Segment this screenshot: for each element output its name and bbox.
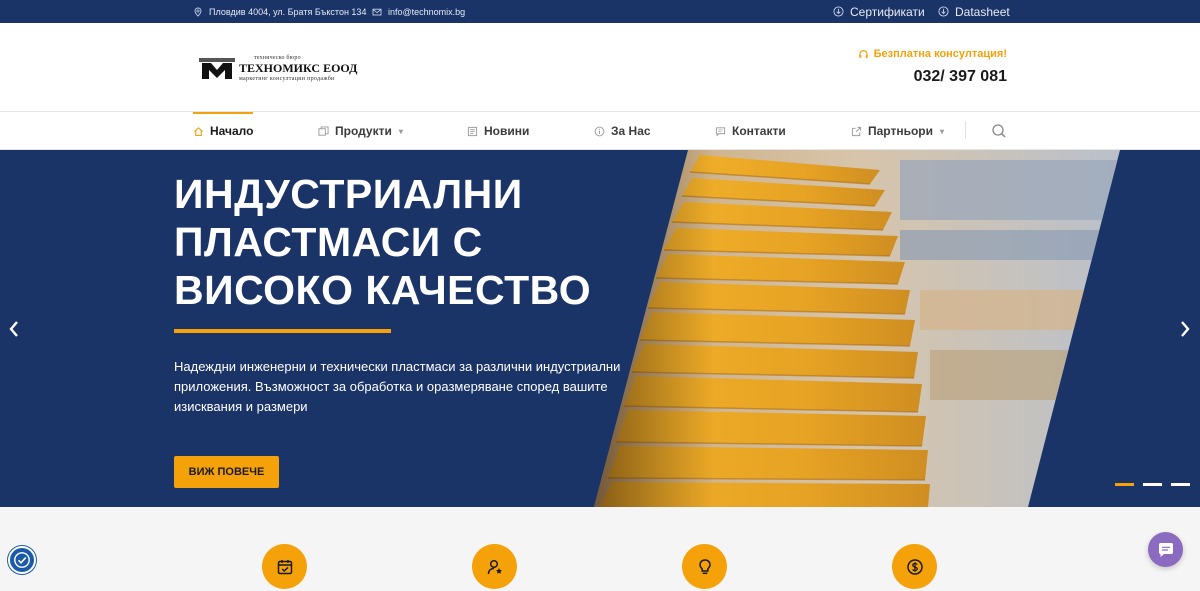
nav-item-about[interactable]: За Нас xyxy=(594,112,651,150)
nav-label: Партньори xyxy=(868,124,934,138)
address-text: Пловдив 4004, ул. Братя Бъкстон 134 xyxy=(209,6,367,17)
feature-badge xyxy=(892,544,937,589)
slider-dot[interactable] xyxy=(1171,483,1190,486)
calendar-check-icon xyxy=(277,559,292,574)
email-item[interactable]: info@technomix.bg xyxy=(372,0,465,23)
hero-accent-rule xyxy=(174,329,391,333)
free-consultation: Безплатна консултация! xyxy=(858,48,1007,60)
info-icon xyxy=(594,126,605,136)
nav-label: Новини xyxy=(484,124,530,138)
user-star-icon xyxy=(487,559,502,574)
consultation-label: Безплатна консултация! xyxy=(873,48,1007,60)
feature-badge xyxy=(472,544,517,589)
view-more-button[interactable]: ВИЖ ПОВЕЧЕ xyxy=(174,456,279,488)
features-section xyxy=(0,507,1200,591)
download-circle-icon xyxy=(938,6,949,17)
home-icon xyxy=(194,126,203,136)
nav-item-products[interactable]: Продукти ▾ xyxy=(318,112,403,150)
slider-prev-icon[interactable] xyxy=(6,318,22,340)
nav-label: Начало xyxy=(210,124,254,138)
search-icon[interactable] xyxy=(991,123,1007,139)
slider-dot[interactable] xyxy=(1143,483,1162,486)
chat-icon xyxy=(1158,542,1173,557)
chat-bubble-icon xyxy=(715,126,726,136)
logo-company-name: ТЕХНОМИКС ЕООД xyxy=(239,61,358,75)
logo-mark-icon xyxy=(199,58,235,79)
datasheet-label: Datasheet xyxy=(955,4,1010,19)
download-circle-icon xyxy=(833,6,844,17)
chevron-down-icon: ▾ xyxy=(940,126,945,136)
hero-slider: ИНДУСТРИАЛНИ ПЛАСТМАСИ С ВИСОКО КАЧЕСТВО… xyxy=(0,150,1200,507)
email-link[interactable]: info@technomix.bg xyxy=(388,7,465,17)
headset-icon xyxy=(858,49,868,58)
company-logo[interactable]: техническо бюро ТЕХНОМИКС ЕООД маркетинг… xyxy=(199,55,359,85)
chevron-down-icon: ▾ xyxy=(398,126,403,136)
nav-divider xyxy=(965,121,966,139)
chat-widget-button[interactable] xyxy=(1148,532,1183,567)
address-item: Пловдив 4004, ул. Братя Бъкстон 134 xyxy=(193,0,366,23)
products-icon xyxy=(318,125,329,136)
location-pin-icon xyxy=(194,7,202,17)
hero-title: ИНДУСТРИАЛНИ ПЛАСТМАСИ С ВИСОКО КАЧЕСТВО xyxy=(174,170,644,314)
nav-label: Продукти xyxy=(335,124,392,138)
accessibility-icon xyxy=(14,552,30,568)
hero-description: Надеждни инженерни и технически пластмас… xyxy=(174,359,621,414)
news-icon xyxy=(467,126,478,136)
main-nav: Начало Продукти ▾ Новини За Нас Контакти… xyxy=(0,112,1200,150)
accessibility-button[interactable] xyxy=(8,546,36,574)
slider-next-icon[interactable] xyxy=(1177,318,1193,340)
nav-item-contacts[interactable]: Контакти xyxy=(715,112,786,150)
lightbulb-icon xyxy=(698,558,711,574)
logo-tagline-bottom: маркетинг консултации продажби xyxy=(239,76,335,82)
feature-badge xyxy=(262,544,307,589)
feature-badge xyxy=(682,544,727,589)
top-bar: Пловдив 4004, ул. Братя Бъкстон 134 info… xyxy=(0,0,1200,23)
nav-item-news[interactable]: Новини xyxy=(467,112,529,150)
dollar-coin-icon xyxy=(906,558,923,575)
envelope-icon xyxy=(372,8,382,15)
nav-label: Контакти xyxy=(732,124,786,138)
phone-number[interactable]: 032/ 397 081 xyxy=(914,68,1007,86)
nav-item-partners[interactable]: Партньори ▾ xyxy=(851,112,944,150)
external-link-icon xyxy=(851,126,862,136)
slider-dot[interactable] xyxy=(1115,483,1134,486)
nav-label: За Нас xyxy=(611,124,651,138)
nav-item-home[interactable]: Начало xyxy=(193,112,254,150)
certificates-label: Сертификати xyxy=(850,4,925,19)
slider-pagination xyxy=(1115,483,1191,487)
datasheet-link[interactable]: Datasheet xyxy=(938,0,1010,23)
hero-title-line: ИНДУСТРИАЛНИ xyxy=(174,171,523,217)
certificates-link[interactable]: Сертификати xyxy=(833,0,925,23)
hero-title-line: ПЛАСТМАСИ С xyxy=(174,219,483,265)
site-header: техническо бюро ТЕХНОМИКС ЕООД маркетинг… xyxy=(0,23,1200,112)
hero-title-line: ВИСОКО КАЧЕСТВО xyxy=(174,267,592,313)
